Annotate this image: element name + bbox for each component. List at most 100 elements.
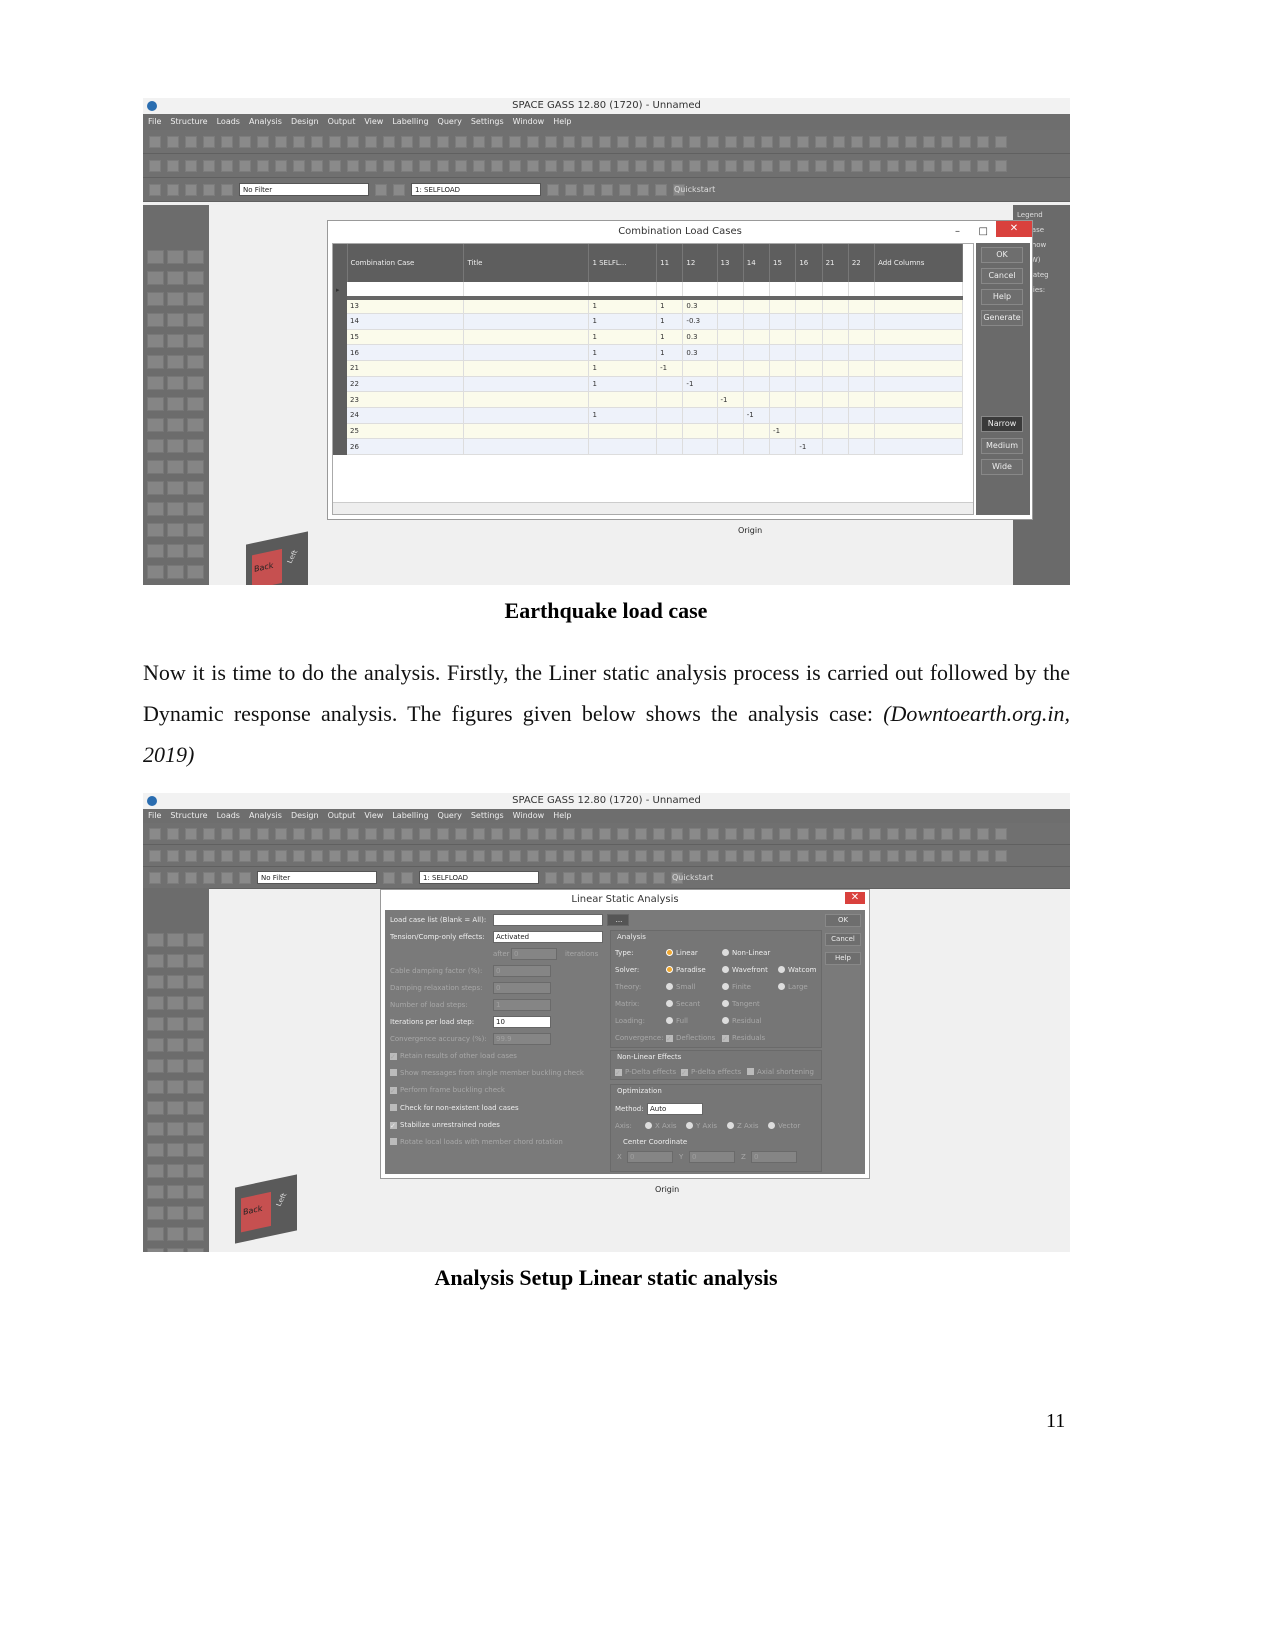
toolbar-icon[interactable] <box>473 827 485 840</box>
table-cell[interactable] <box>769 297 797 314</box>
table-cell[interactable] <box>848 391 876 408</box>
tool-icon[interactable] <box>147 1080 164 1094</box>
tool-icon[interactable] <box>167 1248 184 1252</box>
tool-icon[interactable] <box>187 460 204 474</box>
table-cell[interactable] <box>822 297 849 314</box>
toolbar-icon[interactable] <box>797 135 809 148</box>
toolbar-icon[interactable] <box>185 135 197 148</box>
table-cell[interactable]: -1 <box>717 391 744 408</box>
toolbar-icon[interactable] <box>545 159 557 172</box>
toolbar-icon[interactable] <box>455 135 467 148</box>
tool-icon[interactable] <box>187 481 204 495</box>
help-button[interactable]: Help <box>981 289 1023 305</box>
tool-icon[interactable] <box>187 418 204 432</box>
toolbar-icon[interactable] <box>509 849 521 862</box>
toolbar-icon[interactable] <box>203 135 215 148</box>
toolbar-icon[interactable] <box>581 849 593 862</box>
toolbar-icon[interactable] <box>869 159 881 172</box>
tool-icon[interactable] <box>167 975 184 989</box>
field-input[interactable]: 10 <box>493 1016 551 1028</box>
toolbar-icon[interactable] <box>923 849 935 862</box>
toolbar-icon[interactable] <box>653 849 665 862</box>
radio-option[interactable]: Paradise <box>666 966 706 974</box>
toolbar-icon[interactable] <box>635 159 647 172</box>
checkbox-icon[interactable]: ✓ <box>390 1087 397 1095</box>
table-cell[interactable]: -1 <box>682 376 718 393</box>
help-button[interactable]: Help <box>825 952 861 965</box>
toolbar-icon[interactable] <box>887 849 899 862</box>
toolbar-icon[interactable] <box>419 849 431 862</box>
table-cell[interactable] <box>717 360 744 377</box>
table-cell[interactable] <box>463 391 590 408</box>
tool-icon[interactable] <box>147 439 164 453</box>
table-cell[interactable]: 1 <box>588 313 658 330</box>
toolbar-icon[interactable] <box>743 827 755 840</box>
table-cell[interactable] <box>795 360 823 377</box>
tool-icon[interactable] <box>167 460 184 474</box>
toolbar-icon[interactable] <box>779 827 791 840</box>
menu-item-view[interactable]: View <box>364 809 383 823</box>
toolbar-icon[interactable] <box>653 159 665 172</box>
tool-icon[interactable] <box>187 1059 204 1073</box>
toolbar-icon[interactable] <box>491 849 503 862</box>
toolbar-icon[interactable] <box>761 849 773 862</box>
toolbar-icon[interactable] <box>221 827 233 840</box>
toolbar-icon[interactable] <box>779 135 791 148</box>
tool-icon[interactable] <box>167 1059 184 1073</box>
close-button[interactable]: ✕ <box>996 221 1032 237</box>
radio-icon[interactable] <box>666 1017 673 1024</box>
table-cell[interactable]: 1 <box>588 329 658 346</box>
new-row-cell[interactable] <box>795 282 823 300</box>
table-cell[interactable] <box>795 313 823 330</box>
table-cell[interactable] <box>588 423 658 440</box>
table-cell[interactable]: -1 <box>769 423 797 440</box>
new-row-cell[interactable] <box>848 282 876 300</box>
table-cell[interactable]: 1 <box>656 297 684 314</box>
tool-icon[interactable] <box>147 1143 164 1157</box>
toolbar-icon[interactable] <box>167 849 179 862</box>
menu-item-structure[interactable]: Structure <box>170 809 207 823</box>
table-cell[interactable]: 1 <box>588 360 658 377</box>
table-cell[interactable] <box>743 438 771 456</box>
row-header[interactable] <box>333 376 347 392</box>
toolbar-icon[interactable] <box>743 849 755 862</box>
toolbar-icon[interactable] <box>221 849 233 862</box>
wide-button[interactable]: Wide <box>981 459 1023 475</box>
table-cell[interactable] <box>463 329 590 346</box>
toolbar-icon[interactable] <box>383 849 395 862</box>
table-cell[interactable] <box>717 329 744 346</box>
row-header[interactable] <box>333 344 347 361</box>
menu-item-settings[interactable]: Settings <box>471 114 504 130</box>
toolbar-icon[interactable] <box>491 135 503 148</box>
tool-icon[interactable] <box>187 1206 204 1220</box>
toolbar-icon[interactable] <box>851 827 863 840</box>
toolbar-icon[interactable] <box>383 827 395 840</box>
tool-icon[interactable] <box>147 1227 164 1241</box>
table-cell[interactable]: 15 <box>347 329 465 346</box>
toolbar-icon[interactable] <box>365 827 377 840</box>
table-cell[interactable] <box>822 344 849 361</box>
table-cell[interactable] <box>848 423 876 440</box>
toolbar-icon[interactable] <box>905 827 917 840</box>
row-header[interactable] <box>333 438 347 455</box>
table-cell[interactable] <box>743 313 771 330</box>
tool-icon[interactable] <box>147 481 164 495</box>
tool-icon[interactable] <box>187 1038 204 1052</box>
table-cell[interactable] <box>848 360 876 377</box>
new-row-cell[interactable] <box>463 282 590 300</box>
toolbar-icon[interactable] <box>329 827 341 840</box>
table-cell[interactable]: 0.3 <box>682 297 718 314</box>
tool-icon[interactable] <box>187 523 204 537</box>
toolbar-icon[interactable] <box>275 135 287 148</box>
toolbar-icon[interactable] <box>527 159 539 172</box>
toolbar-icon[interactable] <box>383 159 395 172</box>
maximize-icon[interactable]: □ <box>979 221 988 243</box>
tool-icon[interactable] <box>167 292 184 306</box>
radio-icon[interactable] <box>666 1000 673 1007</box>
toolbar-icon[interactable] <box>347 159 359 172</box>
tool-icon[interactable] <box>187 271 204 285</box>
tool-icon[interactable] <box>147 954 164 968</box>
checkbox-icon[interactable] <box>390 1138 397 1145</box>
table-cell[interactable]: 1 <box>656 344 684 361</box>
toolbar-icon[interactable] <box>275 159 287 172</box>
